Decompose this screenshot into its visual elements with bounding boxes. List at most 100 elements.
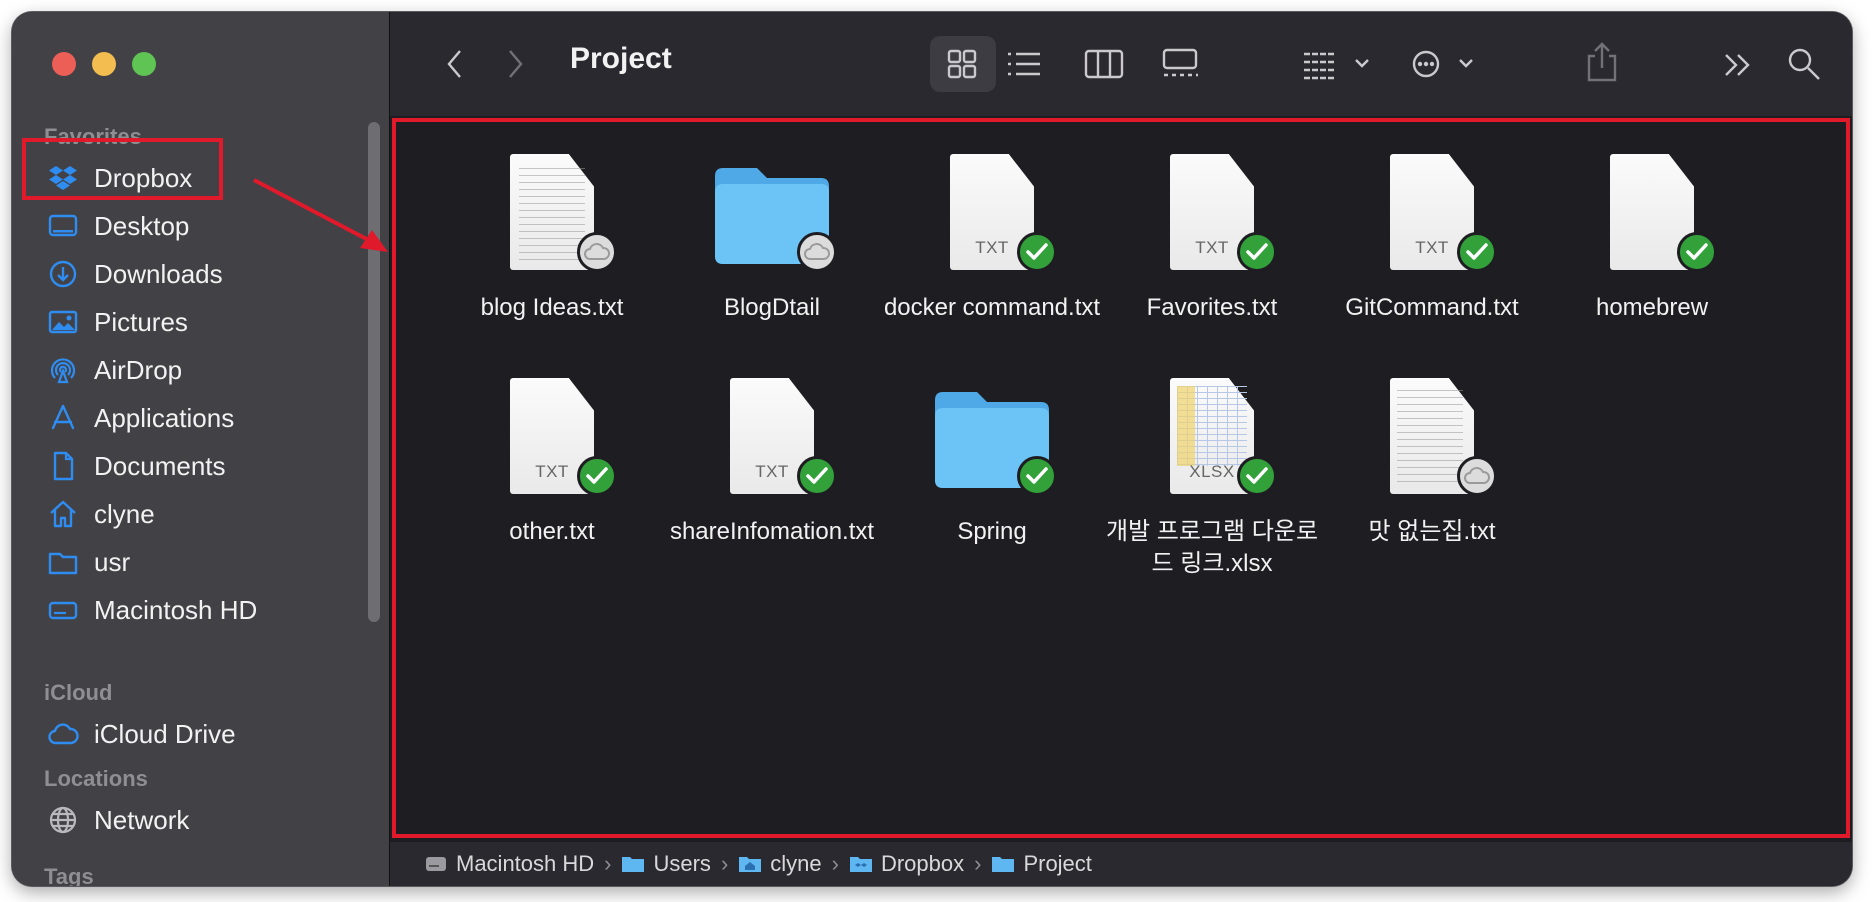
text-file-icon: TXT (1147, 148, 1277, 278)
chevron-double-right-icon (1725, 54, 1750, 76)
text-file-icon: TXT (1367, 148, 1497, 278)
action-menu-button[interactable] (1410, 46, 1478, 82)
path-crumb-macintosh-hd[interactable]: Macintosh HD › (424, 851, 621, 877)
sidebar-item-label: clyne (94, 498, 155, 529)
file-item[interactable]: TXT docker command.txt (882, 148, 1102, 324)
text-file-icon: TXT (487, 372, 617, 502)
file-item[interactable]: TXT shareInfomation.txt (662, 372, 882, 548)
file-item[interactable]: homebrew (1542, 148, 1762, 324)
gallery-view-button[interactable] (1158, 46, 1202, 82)
checkmark-icon (1237, 456, 1277, 496)
sidebar-item-airdrop[interactable]: AirDrop (46, 350, 182, 390)
columns-icon (1084, 49, 1124, 79)
checkmark-icon (577, 456, 617, 496)
zoom-window-button[interactable] (132, 52, 156, 76)
icloud-section-title: iCloud (44, 680, 113, 705)
chevron-left-icon (447, 50, 461, 78)
back-button[interactable] (440, 46, 470, 82)
chevron-right-icon: › (974, 851, 982, 876)
path-crumb-dropbox[interactable]: Dropbox › (849, 851, 991, 877)
checkmark-icon (1237, 232, 1277, 272)
forward-button[interactable] (500, 46, 530, 82)
chevron-right-icon: › (604, 851, 612, 876)
spreadsheet-file-icon: XLSX (1147, 372, 1277, 502)
share-button[interactable] (1582, 40, 1622, 84)
sidebar-item-label: Documents (94, 450, 226, 481)
dropbox-folder-icon (849, 857, 872, 872)
cloud-download-icon (1457, 456, 1497, 496)
window-title: Project (570, 42, 672, 75)
sidebar-item-icloud-drive[interactable]: iCloud Drive (46, 714, 236, 754)
close-window-button[interactable] (52, 52, 76, 76)
path-crumb-project[interactable]: Project (991, 851, 1092, 877)
checkmark-icon (1017, 456, 1057, 496)
folder-icon (927, 372, 1057, 502)
file-name: GitCommand.txt (1345, 294, 1519, 321)
sidebar-item-macintosh-hd[interactable]: Macintosh HD (46, 590, 257, 630)
group-icon (1304, 52, 1369, 80)
file-item[interactable]: BlogDtail (662, 148, 882, 324)
list-icon (1008, 52, 1040, 76)
file-item[interactable]: blog Ideas.txt (442, 148, 662, 324)
more-toolbar-items-button[interactable] (1720, 48, 1756, 82)
sidebar-item-usr[interactable]: usr (46, 542, 130, 582)
home-folder-icon (739, 857, 762, 872)
file-name: BlogDtail (723, 294, 821, 321)
file-item[interactable]: TXT GitCommand.txt (1322, 148, 1542, 324)
path-crumb-clyne[interactable]: clyne › (738, 851, 849, 877)
path-crumb-label: Project (1023, 851, 1092, 876)
sidebar-item-documents[interactable]: Documents (46, 446, 226, 486)
desktop-icon (46, 209, 80, 243)
file-item[interactable]: 맛 없는집.txt (1322, 372, 1542, 548)
sidebar-item-pictures[interactable]: Pictures (46, 302, 188, 342)
file-name: Spring (957, 518, 1027, 545)
checkmark-icon (1017, 232, 1057, 272)
group-by-button[interactable] (1302, 46, 1370, 82)
sidebar-item-label: AirDrop (94, 354, 183, 385)
icon-view-button[interactable] (944, 46, 980, 82)
file-item[interactable]: Spring (882, 372, 1102, 548)
applications-icon (46, 401, 80, 435)
sidebar-item-applications[interactable]: Applications (46, 398, 234, 438)
path-crumb-label: Dropbox (880, 851, 965, 876)
cloud-download-icon (797, 232, 837, 272)
file-name: Favorites.txt (1146, 294, 1278, 321)
minimize-window-button[interactable] (92, 52, 116, 76)
text-file-icon: TXT (707, 372, 837, 502)
text-file-icon: TXT (927, 148, 1057, 278)
chevron-right-icon: › (720, 851, 729, 876)
toolbar: Project (390, 12, 1852, 116)
more-icon (1412, 50, 1473, 78)
list-view-button[interactable] (1004, 46, 1044, 82)
folder-icon (992, 857, 1015, 872)
sidebar-item-desktop[interactable]: Desktop (46, 206, 189, 246)
sidebar-item-label: Desktop (94, 210, 190, 241)
file-item[interactable]: TXT Favorites.txt (1102, 148, 1322, 324)
sidebar-item-downloads[interactable]: Downloads (46, 254, 223, 294)
file-name: blog Ideas.txt (480, 294, 624, 321)
sidebar-item-clyne[interactable]: clyne (46, 494, 155, 534)
file-item[interactable]: TXT other.txt (442, 372, 662, 548)
chevron-right-icon (509, 50, 523, 78)
path-crumb-users[interactable]: Users › (621, 851, 738, 877)
share-icon (1587, 42, 1617, 82)
cloud-icon (46, 717, 80, 751)
blank-file-icon (1587, 148, 1717, 278)
sidebar-item-label: Network (94, 804, 190, 835)
file-name: 개발 프로그램 다운로드 링크.xlsx (1105, 518, 1319, 577)
column-view-button[interactable] (1082, 46, 1126, 82)
window-controls (52, 52, 156, 76)
pictures-icon (46, 305, 80, 339)
sidebar-item-label: Applications (94, 402, 235, 433)
search-button[interactable] (1784, 44, 1824, 84)
downloads-icon (46, 257, 80, 291)
sidebar-item-network[interactable]: Network (46, 800, 189, 840)
finder-window: Favorites Dropbox Desktop Downloads Pict… (12, 12, 1852, 886)
file-name: other.txt (509, 518, 595, 545)
path-crumb-label: Macintosh HD (456, 851, 595, 876)
path-bar: Macintosh HD › Users › clyne › Dropbox ›… (390, 842, 1852, 886)
sidebar-item-label: iCloud Drive (94, 718, 236, 749)
file-item[interactable]: XLSX 개발 프로그램 다운로드 링크.xlsx (1102, 372, 1322, 580)
search-icon (1788, 48, 1820, 80)
folder-icon (46, 545, 80, 579)
